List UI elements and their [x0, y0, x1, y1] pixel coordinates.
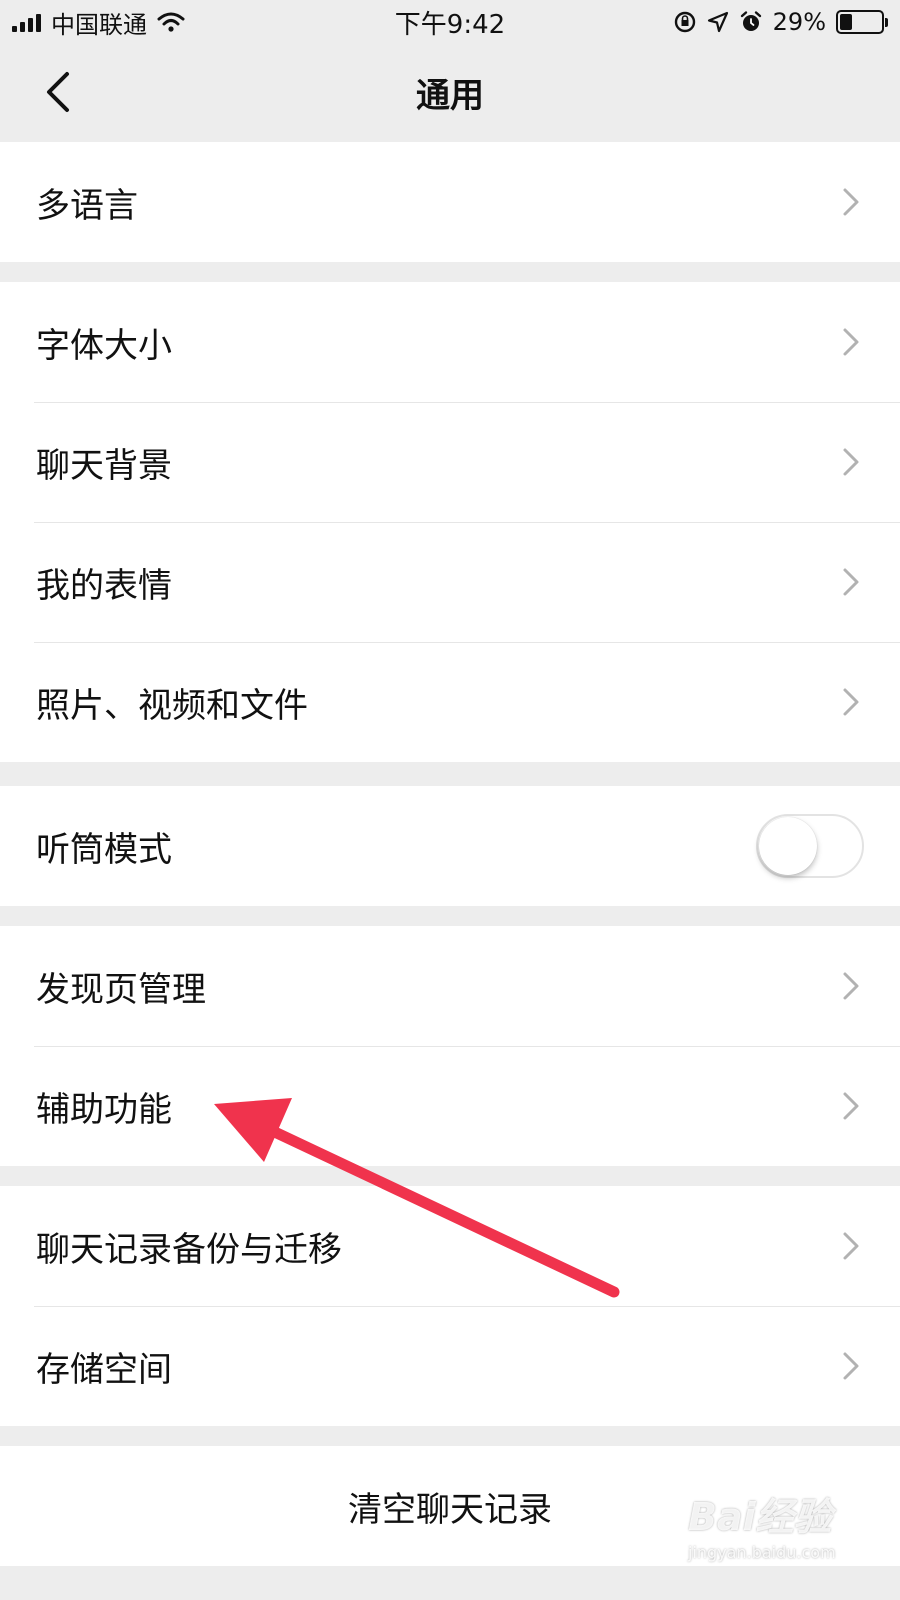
chevron-left-icon	[47, 72, 69, 112]
settings-item-font-size[interactable]: 字体大小	[0, 282, 900, 402]
settings-group-language: 多语言	[0, 142, 900, 262]
chevron-right-icon	[838, 324, 864, 360]
alarm-icon	[740, 11, 761, 31]
settings-item-accessibility[interactable]: 辅助功能	[0, 1046, 900, 1166]
toggle-knob	[759, 817, 817, 875]
settings-item-label: 存储空间	[36, 1349, 172, 1390]
settings-item-label: 照片、视频和文件	[36, 685, 308, 726]
settings-item-label: 多语言	[36, 185, 138, 226]
settings-group-storage: 聊天记录备份与迁移 存储空间	[0, 1186, 900, 1426]
settings-item-label: 字体大小	[36, 325, 172, 366]
navigation-bar: 通用	[0, 44, 900, 140]
settings-item-label: 我的表情	[36, 565, 172, 606]
settings-item-label: 辅助功能	[36, 1089, 172, 1130]
settings-item-earpiece-mode: 听筒模式	[0, 786, 900, 906]
back-button[interactable]	[30, 64, 86, 120]
status-left: 中国联通	[12, 5, 185, 40]
signal-icon	[12, 12, 41, 32]
settings-item-discover-management[interactable]: 发现页管理	[0, 926, 900, 1046]
settings-group-display: 字体大小 聊天背景 我的表情 照片、视频和文件	[0, 282, 900, 762]
status-bar: 中国联通 下午9:42 29%	[0, 0, 900, 44]
watermark-url: jingyan.baidu.com	[688, 1543, 836, 1562]
settings-item-label: 聊天记录备份与迁移	[36, 1229, 342, 1270]
location-icon	[707, 11, 728, 33]
settings-item-photos-videos-files[interactable]: 照片、视频和文件	[0, 642, 900, 762]
chevron-right-icon	[838, 1228, 864, 1264]
battery-percent: 29%	[772, 8, 826, 36]
wifi-icon	[157, 12, 185, 32]
chevron-right-icon	[838, 684, 864, 720]
orientation-lock-icon	[674, 11, 695, 33]
chevron-right-icon	[838, 444, 864, 480]
battery-icon	[836, 10, 888, 34]
watermark-logo-text: Bai经验	[688, 1495, 832, 1539]
status-right: 29%	[673, 8, 888, 36]
chevron-right-icon	[838, 1088, 864, 1124]
earpiece-mode-toggle[interactable]	[756, 814, 864, 878]
settings-item-label: 发现页管理	[36, 969, 206, 1010]
settings-item-language[interactable]: 多语言	[0, 142, 900, 262]
chevron-right-icon	[838, 564, 864, 600]
chevron-right-icon	[838, 968, 864, 1004]
settings-item-label: 聊天背景	[36, 445, 172, 486]
clear-chat-history-label: 清空聊天记录	[348, 1489, 552, 1530]
settings-item-label: 听筒模式	[36, 829, 172, 870]
carrier-name: 中国联通	[51, 10, 147, 39]
settings-item-chat-backup-migration[interactable]: 聊天记录备份与迁移	[0, 1186, 900, 1306]
chevron-right-icon	[838, 184, 864, 220]
settings-item-chat-background[interactable]: 聊天背景	[0, 402, 900, 522]
settings-item-storage-space[interactable]: 存储空间	[0, 1306, 900, 1426]
chevron-right-icon	[838, 1348, 864, 1384]
settings-group-discover: 发现页管理 辅助功能	[0, 926, 900, 1166]
settings-item-my-stickers[interactable]: 我的表情	[0, 522, 900, 642]
watermark: Bai经验 jingyan.baidu.com	[688, 1486, 888, 1576]
settings-group-earpiece: 听筒模式	[0, 786, 900, 906]
battery-fill	[840, 14, 852, 30]
page-title: 通用	[416, 75, 484, 116]
